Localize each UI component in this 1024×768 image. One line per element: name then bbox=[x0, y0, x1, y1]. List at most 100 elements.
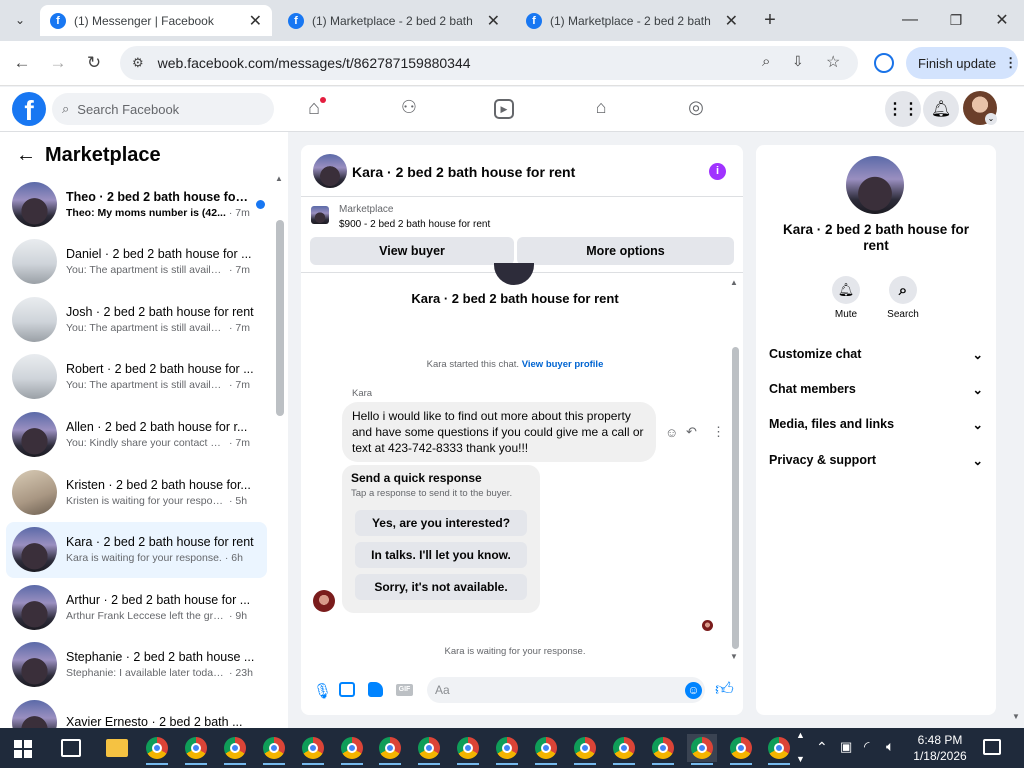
sender-avatar[interactable] bbox=[313, 590, 335, 612]
tab-marketplace-1[interactable]: f (1) Marketplace - 2 bed 2 bath ✕ bbox=[278, 5, 510, 36]
conversation-item[interactable]: Robert · 2 bed 2 bath house for ... You: … bbox=[6, 349, 267, 405]
page-scroll-down-icon[interactable]: ▼ bbox=[1012, 712, 1020, 721]
chat-scrollbar[interactable] bbox=[732, 347, 739, 649]
scroll-down-icon[interactable]: ▼ bbox=[730, 652, 738, 661]
chrome-taskbar-icon[interactable] bbox=[220, 734, 250, 765]
quick-response-option[interactable]: In talks. I'll let you know. bbox=[355, 542, 527, 568]
quick-response-option[interactable]: Yes, are you interested? bbox=[355, 510, 527, 536]
gif-icon[interactable]: GIF bbox=[396, 684, 413, 696]
conversation-item[interactable]: Arthur · 2 bed 2 bath house for ... Arthu… bbox=[6, 579, 267, 635]
react-emoji-icon[interactable]: ☺ bbox=[665, 425, 678, 440]
forward-icon[interactable]: → bbox=[46, 51, 70, 75]
chrome-taskbar-icon[interactable] bbox=[453, 734, 483, 765]
reply-icon[interactable]: ↶ bbox=[686, 424, 697, 440]
tab-search-icon[interactable]: ⌄ bbox=[8, 8, 32, 32]
section-media-files-links[interactable]: Media, files and links ⌄ bbox=[769, 413, 983, 435]
taskbar-scroll-down-icon[interactable]: ▼ bbox=[796, 754, 805, 764]
address-bar[interactable]: ⚙ web.facebook.com/messages/t/8627871598… bbox=[120, 46, 858, 80]
chrome-taskbar-icon[interactable] bbox=[531, 734, 561, 765]
back-arrow-icon[interactable]: ← bbox=[16, 144, 36, 167]
back-icon[interactable]: ← bbox=[10, 51, 34, 75]
chat-title[interactable]: Kara · 2 bed 2 bath house for rent bbox=[352, 164, 575, 180]
chrome-taskbar-icon[interactable] bbox=[648, 734, 678, 765]
search-icon[interactable]: ⌕ bbox=[889, 276, 917, 304]
new-tab-icon[interactable]: + bbox=[758, 8, 782, 32]
info-icon[interactable]: i bbox=[709, 163, 726, 180]
tab-marketplace-2[interactable]: f (1) Marketplace - 2 bed 2 bath ✕ bbox=[516, 5, 748, 36]
chat-avatar[interactable] bbox=[313, 154, 347, 188]
site-info-icon[interactable]: ⚙ bbox=[132, 55, 144, 71]
conversation-item[interactable]: Daniel · 2 bed 2 bath house for ... You: … bbox=[6, 234, 267, 290]
conversation-item[interactable]: Kara · 2 bed 2 bath house for rent Kara i… bbox=[6, 521, 267, 578]
close-tab-icon[interactable]: ✕ bbox=[725, 11, 738, 31]
restore-icon[interactable]: ❐ bbox=[944, 8, 968, 32]
quick-response-option[interactable]: Sorry, it's not available. bbox=[355, 574, 527, 600]
chrome-taskbar-icon[interactable] bbox=[764, 734, 794, 765]
message-bubble[interactable]: Hello i would like to find out more abou… bbox=[342, 402, 656, 462]
microphone-icon[interactable]: 🎙︎ bbox=[313, 682, 332, 700]
message-input[interactable]: Aa bbox=[427, 677, 705, 703]
system-clock[interactable]: 6:48 PM 1/18/2026 bbox=[910, 732, 970, 764]
chrome-taskbar-icon[interactable] bbox=[337, 734, 367, 765]
scroll-up-icon[interactable]: ▲ bbox=[730, 278, 738, 287]
thumbs-up-icon[interactable]: 👍︎ bbox=[715, 678, 734, 700]
notifications-bell-icon[interactable]: 🔔︎ bbox=[923, 91, 959, 127]
photo-icon[interactable] bbox=[339, 682, 355, 697]
conversation-item[interactable]: Theo · 2 bed 2 bath house for ... Theo: M… bbox=[6, 176, 267, 232]
meet-now-icon[interactable]: ▣ bbox=[840, 739, 852, 755]
facebook-logo[interactable]: f bbox=[12, 92, 46, 126]
facebook-search-input[interactable]: ⌕ Search Facebook bbox=[52, 93, 274, 125]
conversation-item[interactable]: Kristen · 2 bed 2 bath house for... Krist… bbox=[6, 464, 267, 520]
chrome-taskbar-icon[interactable] bbox=[726, 734, 756, 765]
volume-icon[interactable]: 🔈︎ bbox=[886, 738, 894, 755]
minimize-icon[interactable]: — bbox=[898, 8, 922, 32]
notification-center-icon[interactable] bbox=[983, 739, 1001, 755]
install-app-icon[interactable]: ⇩ bbox=[792, 53, 804, 70]
chrome-taskbar-icon[interactable] bbox=[298, 734, 328, 765]
scroll-up-icon[interactable]: ▲ bbox=[275, 174, 283, 183]
finish-update-button[interactable]: Finish update ⋮ bbox=[906, 47, 1018, 79]
close-window-icon[interactable]: ✕ bbox=[990, 8, 1014, 32]
mute-icon[interactable]: 🔔︎ bbox=[832, 276, 860, 304]
reload-icon[interactable]: ↻ bbox=[82, 51, 106, 75]
tab-messenger[interactable]: f (1) Messenger | Facebook ✕ bbox=[40, 5, 272, 36]
chrome-taskbar-icon[interactable] bbox=[686, 734, 717, 765]
windows-start-icon[interactable] bbox=[14, 740, 32, 758]
menu-grid-icon[interactable]: ⋮⋮ bbox=[885, 91, 921, 127]
taskbar-scroll-up-icon[interactable]: ▲ bbox=[796, 730, 805, 740]
close-tab-icon[interactable]: ✕ bbox=[487, 11, 500, 31]
bookmark-star-icon[interactable]: ☆ bbox=[826, 52, 840, 72]
view-buyer-button[interactable]: View buyer bbox=[310, 237, 514, 265]
more-options-button[interactable]: More options bbox=[517, 237, 734, 265]
conversation-item[interactable]: Xavier Ernesto · 2 bed 2 bath ... bbox=[6, 694, 267, 728]
chrome-taskbar-icon[interactable] bbox=[259, 734, 289, 765]
section-privacy-support[interactable]: Privacy & support ⌄ bbox=[769, 449, 983, 471]
info-avatar[interactable] bbox=[846, 156, 904, 214]
close-tab-icon[interactable]: ✕ bbox=[249, 11, 262, 31]
chrome-taskbar-icon[interactable] bbox=[414, 734, 444, 765]
show-hidden-icons-icon[interactable]: ⌃ bbox=[816, 739, 828, 756]
video-icon[interactable]: ▶ bbox=[494, 99, 514, 119]
section-chat-members[interactable]: Chat members ⌄ bbox=[769, 378, 983, 400]
emoji-icon[interactable]: ☺ bbox=[685, 682, 702, 699]
task-view-icon[interactable] bbox=[61, 739, 81, 757]
chrome-taskbar-icon[interactable] bbox=[570, 734, 600, 765]
chrome-taskbar-icon[interactable] bbox=[609, 734, 639, 765]
conversation-item[interactable]: Allen · 2 bed 2 bath house for r... You: … bbox=[6, 406, 267, 462]
section-customize-chat[interactable]: Customize chat ⌄ bbox=[769, 343, 983, 365]
chrome-taskbar-icon[interactable] bbox=[375, 734, 405, 765]
friends-icon[interactable]: ⚇ bbox=[397, 97, 421, 121]
conversation-item[interactable]: Josh · 2 bed 2 bath house for rent You: T… bbox=[6, 291, 267, 347]
file-explorer-icon[interactable] bbox=[106, 739, 128, 757]
profile-icon[interactable] bbox=[874, 53, 894, 73]
marketplace-icon[interactable]: ⌂ bbox=[590, 97, 612, 119]
conversation-item[interactable]: Stephanie · 2 bed 2 bath house ... Stepha… bbox=[6, 637, 267, 693]
view-buyer-profile-link[interactable]: View buyer profile bbox=[522, 359, 604, 370]
gaming-icon[interactable]: ◎ bbox=[684, 97, 708, 121]
sticker-icon[interactable] bbox=[368, 682, 383, 697]
url-text[interactable]: web.facebook.com/messages/t/862787159880… bbox=[158, 55, 471, 71]
chrome-taskbar-icon[interactable] bbox=[142, 734, 172, 765]
zoom-icon[interactable]: ⌕ bbox=[762, 53, 770, 70]
message-more-icon[interactable]: ⋮ bbox=[712, 424, 725, 440]
sidebar-scrollbar[interactable] bbox=[276, 220, 284, 416]
